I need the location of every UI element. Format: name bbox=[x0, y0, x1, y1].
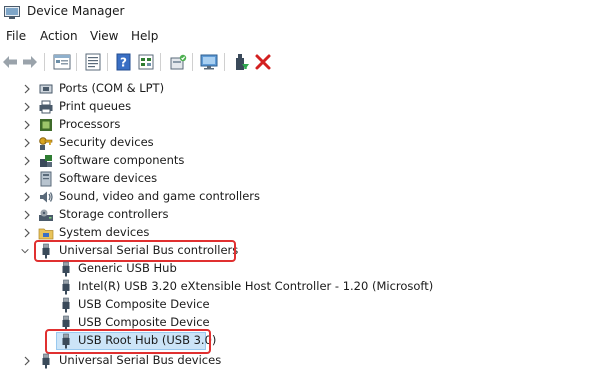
category-label: Sound, video and game controllers bbox=[59, 189, 261, 203]
tree-category-print-queues[interactable]: Print queues bbox=[0, 98, 600, 116]
port-icon bbox=[39, 84, 53, 94]
toolbar: ? bbox=[0, 48, 600, 76]
svg-text:?: ? bbox=[120, 56, 127, 70]
title-bar: Device Manager bbox=[0, 0, 600, 26]
menu-bar: File Action View Help bbox=[0, 26, 600, 48]
tree-category-usb-devices[interactable]: Universal Serial Bus devices bbox=[0, 352, 600, 370]
category-label: Security devices bbox=[59, 135, 154, 149]
tree-category-ports[interactable]: Ports (COM & LPT) bbox=[0, 80, 600, 98]
chevron-right-icon[interactable] bbox=[22, 355, 32, 367]
tree-category-security-devices[interactable]: Security devices bbox=[0, 134, 600, 152]
category-label: Ports (COM & LPT) bbox=[59, 81, 165, 95]
tree-category-software-components[interactable]: Software components bbox=[0, 152, 600, 170]
category-label: Software components bbox=[59, 153, 185, 167]
usb-icon bbox=[42, 353, 50, 369]
usb-icon bbox=[62, 279, 70, 295]
chevron-right-icon[interactable] bbox=[22, 227, 32, 239]
category-label: Print queues bbox=[59, 99, 132, 113]
toolbar-separator bbox=[160, 53, 161, 71]
processor-icon bbox=[40, 119, 52, 131]
storage-icon bbox=[39, 209, 53, 221]
device-manager-icon bbox=[4, 6, 20, 19]
chevron-right-icon[interactable] bbox=[22, 155, 32, 167]
tree-device-usb-composite-1[interactable]: USB Composite Device bbox=[0, 296, 600, 314]
help-icon[interactable]: ? bbox=[114, 52, 134, 72]
toolbar-separator bbox=[192, 53, 193, 71]
tree-category-sound-video-game[interactable]: Sound, video and game controllers bbox=[0, 188, 600, 206]
forward-arrow-icon[interactable] bbox=[20, 52, 40, 72]
category-label: Universal Serial Bus devices bbox=[59, 353, 222, 367]
toolbar-separator bbox=[107, 53, 108, 71]
chevron-right-icon[interactable] bbox=[22, 209, 32, 221]
toolbar-separator bbox=[76, 53, 77, 71]
highlight-box bbox=[34, 240, 236, 262]
menu-action[interactable]: Action bbox=[40, 29, 78, 43]
device-label: USB Composite Device bbox=[78, 297, 210, 311]
tree-category-storage-controllers[interactable]: Storage controllers bbox=[0, 206, 600, 224]
properties-sheet-icon[interactable] bbox=[52, 52, 72, 72]
category-label: Processors bbox=[59, 117, 121, 131]
speaker-icon bbox=[40, 191, 53, 203]
printer-icon bbox=[39, 100, 53, 114]
tree-category-processors[interactable]: Processors bbox=[0, 116, 600, 134]
category-label: Storage controllers bbox=[59, 207, 169, 221]
category-label: System devices bbox=[59, 225, 150, 239]
monitor-icon[interactable] bbox=[199, 52, 219, 72]
chevron-right-icon[interactable] bbox=[22, 119, 32, 131]
device-label: Intel(R) USB 3.20 eXtensible Host Contro… bbox=[78, 279, 434, 293]
tree-device-intel-host-controller[interactable]: Intel(R) USB 3.20 eXtensible Host Contro… bbox=[0, 278, 600, 296]
chevron-right-icon[interactable] bbox=[22, 137, 32, 149]
tree-category-software-devices[interactable]: Software devices bbox=[0, 170, 600, 188]
highlight-box bbox=[45, 329, 211, 354]
update-driver-icon[interactable] bbox=[231, 52, 251, 72]
chevron-down-icon[interactable] bbox=[20, 245, 30, 257]
show-hidden-icon[interactable] bbox=[136, 52, 156, 72]
chevron-right-icon[interactable] bbox=[22, 191, 32, 203]
puzzle-icon bbox=[40, 155, 52, 167]
tree-device-generic-usb-hub[interactable]: Generic USB Hub bbox=[0, 260, 600, 278]
device-label: Generic USB Hub bbox=[78, 261, 177, 275]
chevron-right-icon[interactable] bbox=[22, 83, 32, 95]
usb-icon bbox=[62, 297, 70, 313]
system-folder-icon bbox=[38, 228, 54, 240]
list-view-icon[interactable] bbox=[83, 52, 103, 72]
toolbar-separator bbox=[224, 53, 225, 71]
window-title: Device Manager bbox=[27, 4, 125, 18]
toolbar-separator bbox=[44, 53, 45, 71]
device-label: USB Composite Device bbox=[78, 315, 210, 329]
menu-help[interactable]: Help bbox=[131, 29, 158, 43]
scan-hardware-icon[interactable] bbox=[168, 52, 188, 72]
back-arrow-icon[interactable] bbox=[0, 52, 20, 72]
chevron-right-icon[interactable] bbox=[22, 173, 32, 185]
chevron-right-icon[interactable] bbox=[22, 101, 32, 113]
device-tree: Ports (COM & LPT) Print queues Processor… bbox=[0, 80, 600, 375]
usb-icon bbox=[62, 261, 70, 277]
category-label: Software devices bbox=[59, 171, 158, 185]
key-icon bbox=[39, 137, 53, 150]
software-device-icon bbox=[40, 171, 52, 187]
uninstall-x-icon[interactable] bbox=[253, 52, 273, 72]
menu-file[interactable]: File bbox=[6, 29, 26, 43]
menu-view[interactable]: View bbox=[90, 29, 118, 43]
